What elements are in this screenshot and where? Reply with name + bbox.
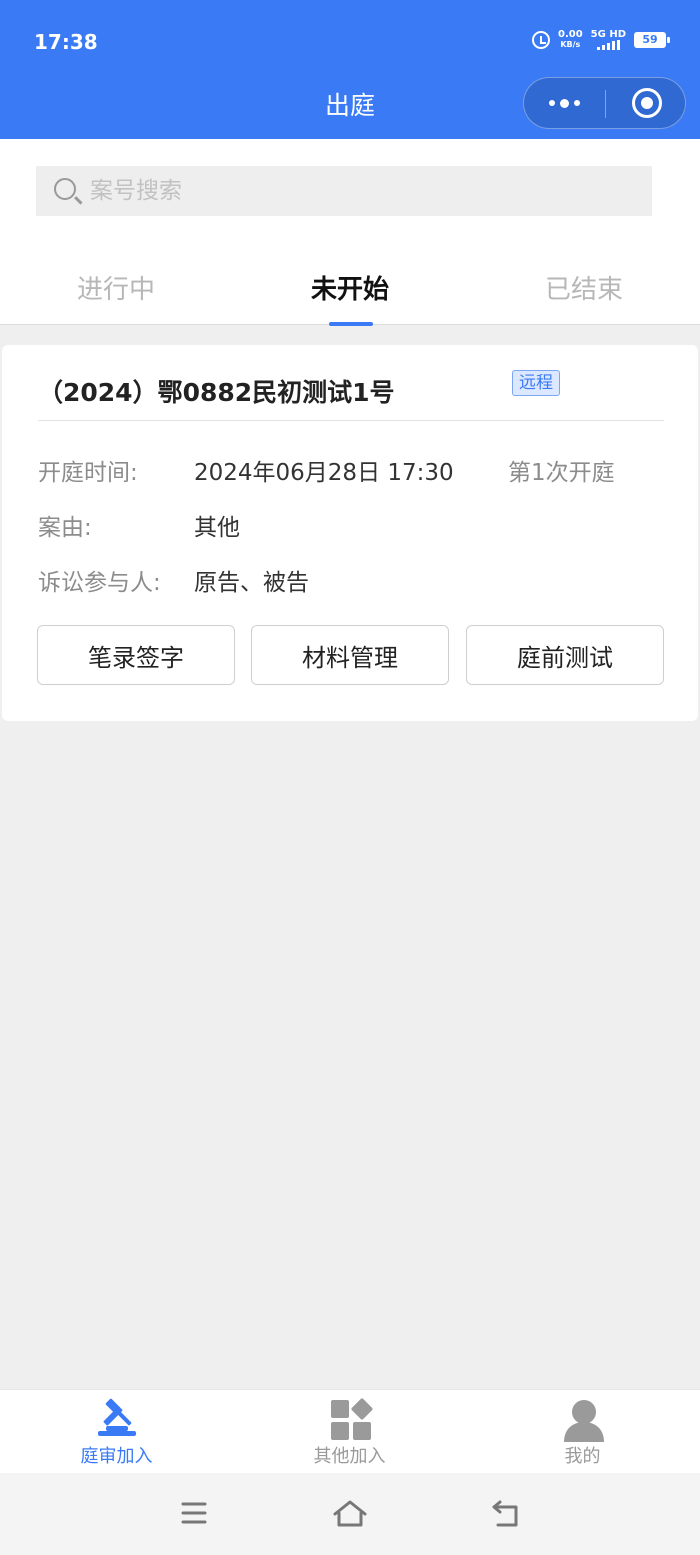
menu-icon[interactable] bbox=[180, 1499, 208, 1527]
case-number: （2024）鄂0882民初测试1号 bbox=[38, 378, 395, 407]
search-input[interactable] bbox=[90, 166, 630, 216]
miniprogram-capsule bbox=[523, 77, 686, 129]
gavel-icon bbox=[98, 1398, 136, 1436]
more-menu-button[interactable] bbox=[524, 78, 605, 128]
tabbar-label: 庭审加入 bbox=[80, 1446, 153, 1467]
signal-bars-icon bbox=[596, 40, 620, 50]
participants-value: 原告、被告 bbox=[194, 570, 309, 596]
card-divider bbox=[38, 420, 664, 421]
home-icon[interactable] bbox=[332, 1499, 368, 1529]
hearing-time-label: 开庭时间: bbox=[38, 460, 138, 486]
active-tab-indicator bbox=[329, 322, 373, 326]
back-icon[interactable] bbox=[490, 1499, 522, 1529]
tab-not-started[interactable]: 未开始 bbox=[311, 269, 389, 306]
system-nav-bar bbox=[0, 1473, 700, 1555]
more-dot-icon bbox=[560, 98, 569, 108]
bottom-tab-bar: 庭审加入 其他加入 我的 bbox=[0, 1389, 700, 1473]
tabbar-item-hearing-join[interactable]: 庭审加入 bbox=[0, 1390, 233, 1474]
more-dot-icon bbox=[549, 100, 555, 106]
net-speed-value: 0.00 bbox=[557, 29, 583, 40]
search-section bbox=[0, 139, 700, 239]
close-miniprogram-icon[interactable] bbox=[632, 88, 662, 118]
materials-button[interactable]: 材料管理 bbox=[251, 625, 449, 685]
participants-label: 诉讼参与人: bbox=[38, 570, 161, 596]
search-icon bbox=[54, 178, 76, 200]
hearing-count: 第1次开庭 bbox=[508, 460, 615, 486]
status-icons: 0.00 KB/s 5G HD 59 bbox=[531, 30, 670, 50]
search-box bbox=[36, 166, 652, 216]
user-icon bbox=[564, 1400, 604, 1442]
apps-icon bbox=[331, 1398, 373, 1440]
transcript-sign-button[interactable]: 笔录签字 bbox=[37, 625, 235, 685]
net-speed-unit: KB/s bbox=[560, 40, 581, 49]
hearing-time-value: 2024年06月28日 17:30 bbox=[194, 460, 454, 486]
top-bar: 17:38 0.00 KB/s 5G HD 59 出庭 bbox=[0, 0, 700, 139]
more-dot-icon bbox=[574, 100, 580, 106]
tabbar-label: 其他加入 bbox=[313, 1446, 386, 1467]
battery-icon: 59 bbox=[634, 32, 670, 48]
tab-in-progress[interactable]: 进行中 bbox=[77, 269, 155, 306]
alarm-icon bbox=[531, 31, 550, 49]
status-time: 17:38 bbox=[34, 30, 98, 54]
tabbar-item-other-join[interactable]: 其他加入 bbox=[233, 1390, 466, 1474]
pre-hearing-test-button[interactable]: 庭前测试 bbox=[466, 625, 664, 685]
tabbar-item-mine[interactable]: 我的 bbox=[466, 1390, 699, 1474]
capsule-divider bbox=[605, 90, 606, 118]
case-cause-value: 其他 bbox=[194, 515, 240, 541]
tabbar-label: 我的 bbox=[564, 1446, 601, 1467]
case-cause-label: 案由: bbox=[38, 515, 92, 541]
remote-badge: 远程 bbox=[512, 370, 560, 396]
case-card[interactable]: （2024）鄂0882民初测试1号 远程 开庭时间: 2024年06月28日 1… bbox=[2, 345, 698, 721]
net-speed: 0.00 KB/s bbox=[558, 30, 583, 50]
status-tabs: 进行中 未开始 已结束 bbox=[0, 239, 700, 326]
signal-indicator: 5G HD bbox=[591, 30, 626, 50]
network-type: 5G HD bbox=[590, 29, 626, 40]
tab-ended[interactable]: 已结束 bbox=[545, 269, 623, 306]
